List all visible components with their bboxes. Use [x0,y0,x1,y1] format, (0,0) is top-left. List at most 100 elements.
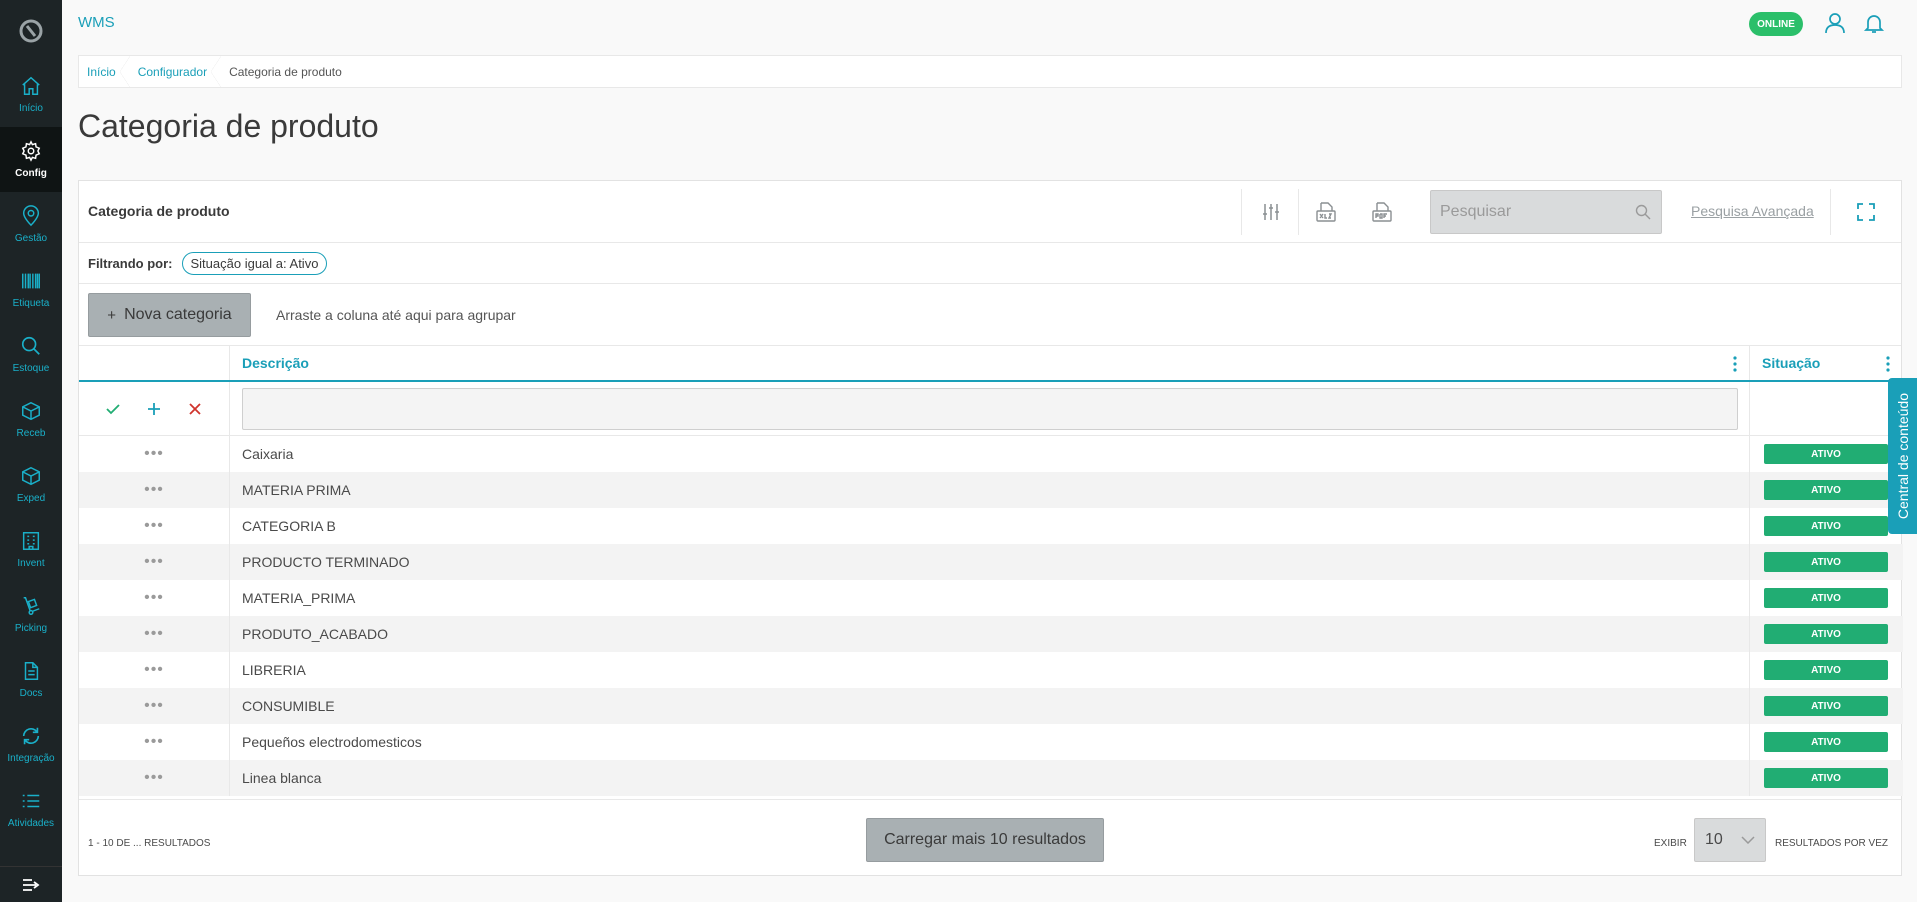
sidebar-item-docs[interactable]: Docs [0,647,62,712]
top-bar: WMS ONLINE [62,0,1917,46]
sidebar-item-label: Etiqueta [12,298,50,309]
sidebar-item-label: Início [19,103,43,114]
sidebar-item-estoque[interactable]: Estoque [0,322,62,387]
row-actions-icon[interactable]: ••• [144,734,164,750]
new-category-label: Nova categoria [124,306,232,323]
confirm-button[interactable] [105,401,121,417]
table-row[interactable]: ••• Caixaria ATIVO [79,436,1903,472]
barcode-icon [22,273,40,289]
description-input-cell [230,382,1750,435]
column-menu-icon[interactable] [1733,356,1737,372]
table-row[interactable]: ••• CATEGORIA B ATIVO [79,508,1903,544]
table-row[interactable]: ••• PRODUTO_ACABADO ATIVO [79,616,1903,652]
sidebar-item-label: Receb [16,428,46,439]
plus-icon: + [107,306,117,324]
column-header-situacao[interactable]: Situação [1750,346,1902,380]
export-pdf-icon[interactable] [1370,200,1394,224]
sidebar-item-atividades[interactable]: Atividades [0,777,62,842]
row-actions-icon[interactable]: ••• [144,554,164,570]
document-icon [24,662,39,680]
row-actions-icon[interactable]: ••• [144,590,164,606]
user-icon[interactable] [1823,11,1847,35]
cell-descricao: Linea blanca [230,760,1750,796]
content-center-tab[interactable]: Central de conteúdo [1888,378,1917,534]
sync-icon [22,727,40,745]
gear-icon [21,140,41,162]
toolbar-divider [1241,189,1242,235]
sidebar-item-inicio[interactable]: Início [0,62,62,127]
table-row[interactable]: ••• MATERIA PRIMA ATIVO [79,472,1903,508]
advanced-search-link[interactable]: Pesquisa Avançada [1691,203,1814,219]
sidebar: Início Config Gestão Etiqueta Estoque Re… [0,0,62,902]
row-actions-icon[interactable]: ••• [144,662,164,678]
filter-chip[interactable]: Situação igual a: Ativo [181,251,328,275]
online-status-badge: ONLINE [1749,12,1803,36]
add-row-button[interactable] [146,401,162,417]
status-badge: ATIVO [1764,768,1888,788]
table-header: Descrição Situação [79,346,1903,382]
row-actions-icon[interactable]: ••• [144,698,164,714]
search-input[interactable] [1431,191,1661,233]
table-row[interactable]: ••• Pequeños electrodomesticos ATIVO [79,724,1903,760]
hand-truck-icon [23,597,40,615]
toolbar-divider [1298,189,1299,235]
table-row[interactable]: ••• CONSUMIBLE ATIVO [79,688,1903,724]
page-size-select[interactable]: 10 [1694,818,1766,862]
cell-descricao: MATERIA PRIMA [230,472,1750,508]
breadcrumb-configurador[interactable]: Configurador [130,56,222,87]
content-center-label: Central de conteúdo [1894,392,1911,520]
row-actions-icon[interactable]: ••• [144,446,164,462]
column-header-descricao[interactable]: Descrição [230,346,1750,380]
status-badge: ATIVO [1764,696,1888,716]
row-actions-icon[interactable]: ••• [144,770,164,786]
sidebar-item-label: Picking [14,623,48,634]
cell-descricao: Caixaria [230,436,1750,472]
collapse-icon [23,878,40,891]
column-label: Situação [1762,355,1821,371]
load-more-button[interactable]: Carregar mais 10 resultados [866,818,1104,862]
column-menu-icon[interactable] [1886,356,1890,372]
search-box [1430,190,1662,234]
filter-label: Filtrando por: [88,255,173,271]
export-xls-icon[interactable] [1314,200,1338,224]
sidebar-item-gestao[interactable]: Gestão [0,192,62,257]
status-badge: ATIVO [1764,624,1888,644]
home-icon [22,76,40,95]
sidebar-item-invent[interactable]: Invent [0,517,62,582]
category-table: Descrição Situação ••• Caixaria ATIVO ••… [79,346,1903,796]
collapse-menu-button[interactable] [0,866,62,902]
sidebar-item-etiqueta[interactable]: Etiqueta [0,257,62,322]
status-badge: ATIVO [1764,480,1888,500]
check-icon [106,403,120,414]
app-title[interactable]: WMS [78,14,115,31]
category-panel: Categoria de produto Pesquisa Avançada F… [78,180,1903,876]
sidebar-item-receb[interactable]: Receb [0,387,62,452]
row-actions-icon[interactable]: ••• [144,626,164,642]
table-row[interactable]: ••• MATERIA_PRIMA ATIVO [79,580,1903,616]
sliders-icon[interactable] [1259,200,1283,224]
new-category-button[interactable]: + Nova categoria [88,293,251,337]
logo-icon[interactable] [0,0,62,62]
sidebar-item-exped[interactable]: Exped [0,452,62,517]
actions-column-header [79,346,230,380]
fullscreen-icon[interactable] [1854,200,1878,224]
table-row[interactable]: ••• LIBRERIA ATIVO [79,652,1903,688]
sidebar-item-label: Exped [16,493,46,504]
cancel-button[interactable] [187,401,203,417]
cell-descricao: Pequeños electrodomesticos [230,724,1750,760]
column-label: Descrição [242,355,309,371]
table-row[interactable]: ••• PRODUCTO TERMINADO ATIVO [79,544,1903,580]
row-actions-icon[interactable]: ••• [144,482,164,498]
sidebar-item-picking[interactable]: Picking [0,582,62,647]
breadcrumb-inicio[interactable]: Início [79,56,130,87]
search-icon[interactable] [1635,204,1651,220]
description-input[interactable] [242,388,1738,430]
sidebar-item-integracao[interactable]: Integração [0,712,62,777]
sidebar-item-config[interactable]: Config [0,127,62,192]
row-actions-icon[interactable]: ••• [144,518,164,534]
bell-icon[interactable] [1862,11,1886,35]
group-row: + Nova categoria Arraste a coluna até aq… [79,284,1901,346]
chevron-down-icon [1741,836,1755,844]
table-row[interactable]: ••• Linea blanca ATIVO [79,760,1903,796]
page-title: Categoria de produto [78,108,379,144]
